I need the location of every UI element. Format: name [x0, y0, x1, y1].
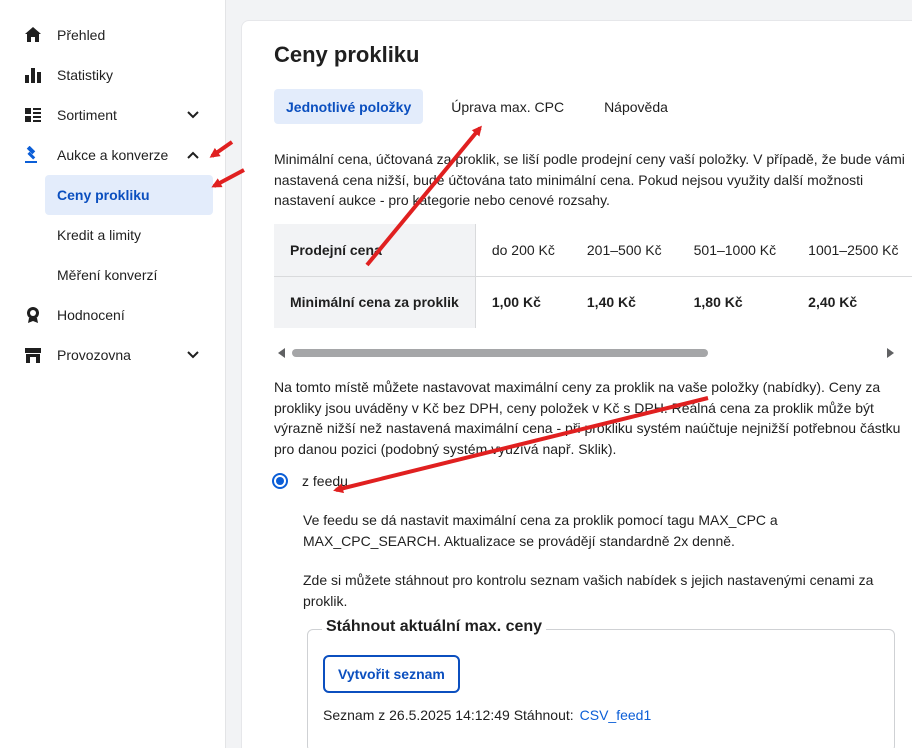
list-line: Seznam z 26.5.2025 14:12:49 Stáhnout: CSV… [323, 707, 651, 723]
sidebar-item-hodnoceni[interactable]: Hodnocení [0, 295, 225, 335]
list-icon [24, 106, 42, 124]
table-cell: 501–1000 Kč [677, 224, 793, 277]
chevron-down-icon[interactable] [186, 108, 200, 122]
download-box-legend: Stáhnout aktuální max. ceny [322, 618, 547, 636]
sidebar-item-label: Statistiky [57, 67, 114, 83]
table-cell: 2,40 Kč [808, 294, 858, 311]
table-row-header: Minimální cena za proklik [274, 276, 476, 328]
sidebar-item-aukce[interactable]: Aukce a konverze [0, 135, 225, 175]
table-row: Prodejní cena do 200 Kč 201–500 Kč 501–1… [274, 224, 912, 277]
sidebar-item-label: Sortiment [57, 107, 117, 123]
list-info: Seznam z 26.5.2025 14:12:49 Stáhnout: [323, 707, 574, 723]
table-cell: 1,80 Kč [693, 294, 743, 311]
radio-label: z feedu [302, 473, 348, 489]
min-price-table: Prodejní cena do 200 Kč 201–500 Kč 501–1… [274, 224, 912, 328]
sidebar: Přehled Statistiky Sortiment Aukce a kon… [0, 0, 226, 748]
tab-uprava-max-cpc[interactable]: Úprava max. CPC [439, 89, 576, 124]
radio-dot [276, 477, 284, 485]
intro-text: Minimální cena, účtovaná za proklik, se … [274, 151, 905, 208]
sidebar-item-label: Přehled [57, 27, 106, 43]
feed-download-info: Zde si můžete stáhnout pro kontrolu sezn… [303, 572, 874, 609]
page-title: Ceny prokliku [274, 42, 420, 67]
sidebar-item-prehled[interactable]: Přehled [0, 15, 225, 55]
sidebar-item-kredit[interactable]: Kredit a limity [0, 215, 225, 255]
sidebar-item-ceny-prokliku[interactable]: Ceny prokliku [45, 175, 213, 215]
bar-chart-icon [24, 66, 42, 84]
table-cell: 1001–2500 Kč [792, 224, 912, 277]
sidebar-item-sortiment[interactable]: Sortiment [0, 95, 225, 135]
table-horizontal-scrollbar[interactable] [278, 347, 894, 359]
radio-button[interactable] [272, 473, 288, 489]
description-text: Na tomto místě můžete nastavovat maximál… [274, 379, 901, 457]
chevron-up-icon[interactable] [186, 148, 200, 162]
tab-jednotlive-polozky[interactable]: Jednotlivé položky [274, 89, 424, 124]
gavel-icon [24, 146, 42, 164]
sidebar-item-label: Hodnocení [57, 307, 125, 323]
tab-bar: Jednotlivé položky Úprava max. CPC Nápov… [274, 89, 696, 124]
feed-info-text: Ve feedu se dá nastavit maximální cena z… [303, 512, 778, 549]
scrollbar-thumb[interactable] [292, 349, 708, 357]
award-icon [24, 306, 42, 324]
main-card: Ceny prokliku Jednotlivé položky Úprava … [241, 20, 912, 748]
sidebar-item-provozovna[interactable]: Provozovna [0, 335, 225, 375]
sidebar-item-statistiky[interactable]: Statistiky [0, 55, 225, 95]
create-list-button[interactable]: Vytvořit seznam [323, 655, 460, 693]
table-cell: 1,40 Kč [586, 294, 636, 311]
table-row: Minimální cena za proklik 1,00 Kč 1,40 K… [274, 276, 912, 328]
chevron-down-icon[interactable] [186, 348, 200, 362]
radio-z-feedu[interactable]: z feedu [272, 473, 348, 489]
home-icon [24, 26, 42, 44]
download-box: Stáhnout aktuální max. ceny Vytvořit sez… [307, 618, 895, 748]
sidebar-item-mereni-konverzi[interactable]: Měření konverzí [0, 255, 225, 295]
scroll-right-icon[interactable] [887, 348, 894, 358]
tab-napoveda[interactable]: Nápověda [592, 89, 680, 124]
scroll-left-icon[interactable] [278, 348, 285, 358]
table-cell: do 200 Kč [475, 224, 571, 277]
table-cell: 1,00 Kč [491, 294, 541, 311]
table-row-header: Prodejní cena [274, 224, 476, 277]
sidebar-item-label: Provozovna [57, 347, 131, 363]
table-cell: 201–500 Kč [570, 224, 678, 277]
csv-download-link[interactable]: CSV_feed1 [580, 707, 652, 723]
sidebar-item-label: Aukce a konverze [57, 147, 169, 163]
store-icon [24, 346, 42, 364]
